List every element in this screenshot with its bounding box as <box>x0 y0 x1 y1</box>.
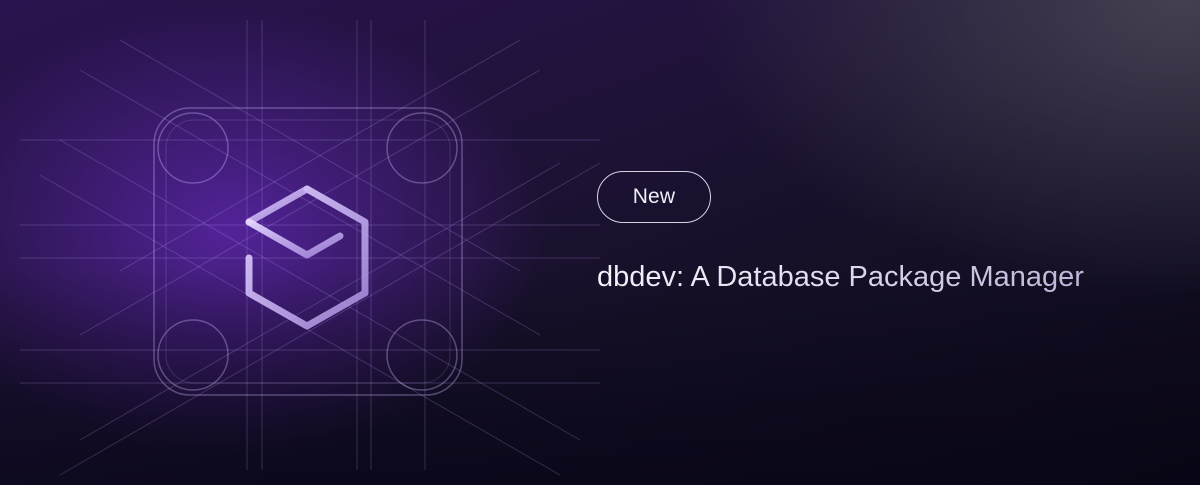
corner-circle-bottom-right <box>386 319 458 391</box>
corner-circle-bottom-left <box>157 319 229 391</box>
banner-content: New dbdev: A Database Package Manager <box>597 171 1084 294</box>
corner-circle-top-left <box>157 112 229 184</box>
announcement-banner: New dbdev: A Database Package Manager <box>0 0 1200 485</box>
corner-circle-top-right <box>386 112 458 184</box>
logo-construction-illustration <box>20 20 601 476</box>
headline: dbdev: A Database Package Manager <box>597 261 1084 293</box>
new-badge: New <box>597 171 711 223</box>
construction-grid <box>20 20 601 476</box>
